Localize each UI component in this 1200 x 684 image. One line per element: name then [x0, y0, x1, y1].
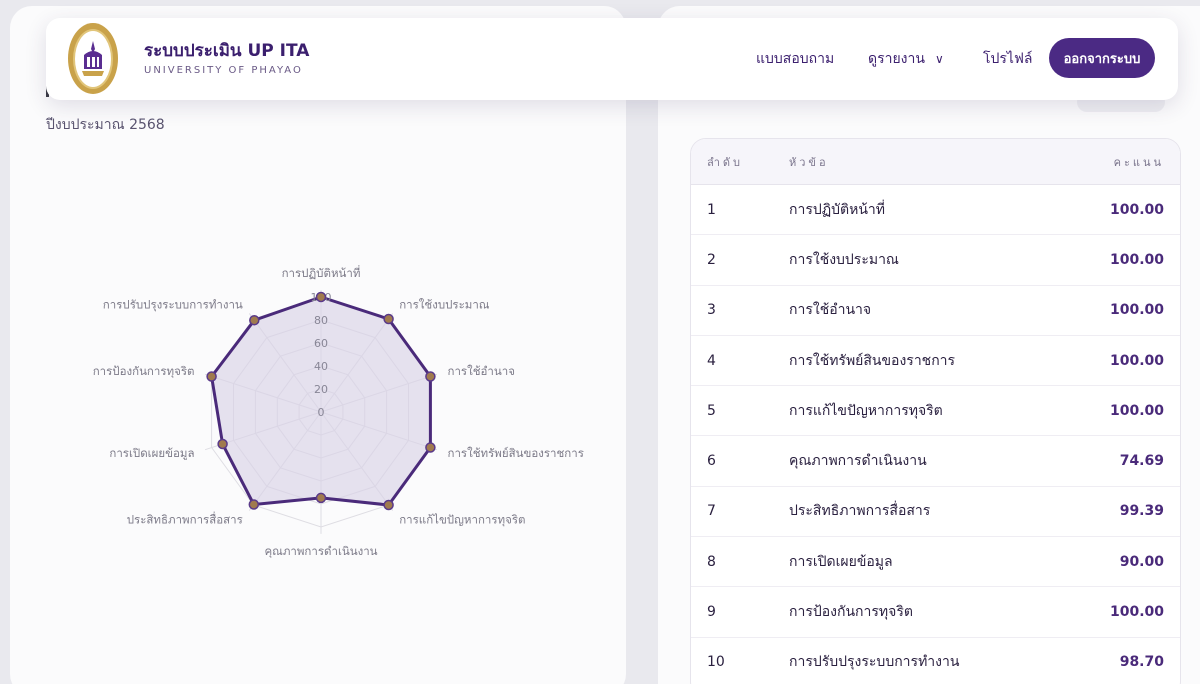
nav-report-dropdown[interactable]: ดูรายงาน ∨ — [868, 48, 944, 70]
radar-category-label: การใช้งบประมาณ — [399, 297, 490, 311]
radar-chart: 020406080100การปฏิบัติหน้าที่การใช้งบประ… — [93, 265, 584, 558]
row-topic: การปฏิบัติหน้าที่ — [789, 201, 886, 218]
nav-profile-link[interactable]: โปรไฟล์ — [983, 48, 1032, 70]
radar-category-label: คุณภาพการดำเนินงาน — [264, 544, 377, 558]
radar-tick-label: 0 — [318, 406, 325, 419]
row-score: 100.00 — [1109, 302, 1164, 319]
row-number: 7 — [707, 503, 716, 520]
table-row: 4 การใช้ทรัพย์สินของราชการ 100.00 — [691, 336, 1180, 387]
row-number: 5 — [707, 402, 716, 419]
nav-survey-link[interactable]: แบบสอบถาม — [756, 48, 834, 70]
row-topic: การแก้ไขปัญหาการทุจริต — [789, 402, 943, 419]
university-logo[interactable] — [68, 23, 118, 94]
row-score: 100.00 — [1109, 402, 1164, 419]
header-no: ลำดับ — [707, 155, 744, 169]
row-number: 1 — [707, 201, 716, 218]
row-score: 90.00 — [1119, 553, 1164, 570]
radar-category-label: การใช้อำนาจ — [448, 364, 515, 378]
radar-data-point — [249, 314, 260, 326]
radar-tick-label: 20 — [314, 383, 328, 396]
radar-category-label: การเปิดเผยข้อมูล — [109, 446, 194, 460]
row-number: 8 — [707, 553, 716, 570]
row-number: 6 — [707, 453, 716, 470]
row-topic: การใช้ทรัพย์สินของราชการ — [789, 352, 956, 369]
table-row: 9 การป้องกันการทุจริต 100.00 — [691, 587, 1180, 638]
radar-category-label: ประสิทธิภาพการสื่อสาร — [127, 512, 243, 527]
row-topic: การป้องกันการทุจริต — [789, 604, 913, 621]
radar-data-point — [315, 291, 327, 303]
radar-data-point — [248, 499, 260, 510]
score-table: ลำดับ หัวข้อ คะแนน 1 การปฏิบัติหน้าที่ 100… — [690, 138, 1181, 684]
radar-tick-label: 80 — [314, 314, 328, 327]
header-topic: หัวข้อ — [789, 155, 829, 169]
row-topic: การปรับปรุงระบบการทำงาน — [789, 654, 960, 671]
radar-tick-label: 40 — [314, 360, 328, 373]
radar-data-point — [315, 492, 327, 504]
table-row: 6 คุณภาพการดำเนินงาน 74.69 — [691, 436, 1180, 487]
radar-category-label: การแก้ไขปัญหาการทุจริต — [399, 513, 525, 527]
header-score: คะแนน — [1113, 155, 1164, 169]
row-topic: ประสิทธิภาพการสื่อสาร — [789, 503, 931, 520]
row-number: 9 — [707, 604, 716, 621]
table-row: 1 การปฏิบัติหน้าที่ 100.00 — [691, 185, 1180, 236]
chevron-down-icon: ∨ — [934, 52, 944, 66]
row-number: 10 — [707, 654, 725, 671]
table-row: 10 การปรับปรุงระบบการทำงาน 98.70 — [691, 638, 1180, 684]
table-body: 1 การปฏิบัติหน้าที่ 100.00 2 การใช้งบประมาณ 1… — [691, 185, 1180, 684]
row-topic: การใช้งบประมาณ — [789, 251, 899, 268]
logout-button[interactable]: ออกจากระบบ — [1049, 38, 1155, 78]
nav-report-label: ดูรายงาน — [868, 51, 925, 67]
radar-data-point — [383, 313, 394, 325]
radar-data-point — [217, 438, 228, 450]
row-topic: การเปิดเผยข้อมูล — [789, 553, 893, 570]
table-header-row: ลำดับ หัวข้อ คะแนน — [691, 139, 1180, 185]
logo-emblem-icon — [73, 28, 113, 89]
row-score: 100.00 — [1109, 251, 1164, 268]
radar-tick-label: 60 — [314, 337, 328, 350]
row-number: 3 — [707, 302, 716, 319]
row-number: 2 — [707, 251, 716, 268]
radar-category-label: การปรับปรุงระบบการทำงาน — [103, 297, 243, 311]
row-score: 99.39 — [1119, 503, 1164, 520]
row-topic: คุณภาพการดำเนินงาน — [789, 453, 927, 470]
row-score: 100.00 — [1109, 201, 1164, 218]
radar-data-point — [425, 442, 436, 453]
table-row: 5 การแก้ไขปัญหาการทุจริต 100.00 — [691, 386, 1180, 437]
radar-data-point — [206, 371, 217, 382]
row-score: 100.00 — [1109, 604, 1164, 621]
brand-subtitle: UNIVERSITY OF PHAYAO — [144, 65, 303, 76]
row-topic: การใช้อำนาจ — [789, 302, 872, 319]
row-score: 98.70 — [1119, 654, 1164, 671]
top-navbar: ระบบประเมิน UP ITA UNIVERSITY OF PHAYAO … — [46, 18, 1178, 100]
table-row: 2 การใช้งบประมาณ 100.00 — [691, 235, 1180, 286]
radar-data-point — [383, 499, 394, 511]
brand-title[interactable]: ระบบประเมิน UP ITA — [144, 37, 309, 64]
row-number: 4 — [707, 352, 716, 369]
row-score: 100.00 — [1109, 352, 1164, 369]
table-row: 3 การใช้อำนาจ 100.00 — [691, 286, 1180, 336]
radar-data-point — [425, 371, 436, 382]
radar-category-label: การปฏิบัติหน้าที่ — [282, 265, 361, 280]
radar-category-label: การใช้ทรัพย์สินของราชการ — [448, 446, 584, 460]
row-score: 74.69 — [1119, 453, 1164, 470]
radar-series-area — [210, 295, 432, 507]
radar-category-label: การป้องกันการทุจริต — [93, 364, 195, 378]
table-row: 8 การเปิดเผยข้อมูล 90.00 — [691, 537, 1180, 588]
table-row: 7 ประสิทธิภาพการสื่อสาร 99.39 — [691, 487, 1180, 538]
